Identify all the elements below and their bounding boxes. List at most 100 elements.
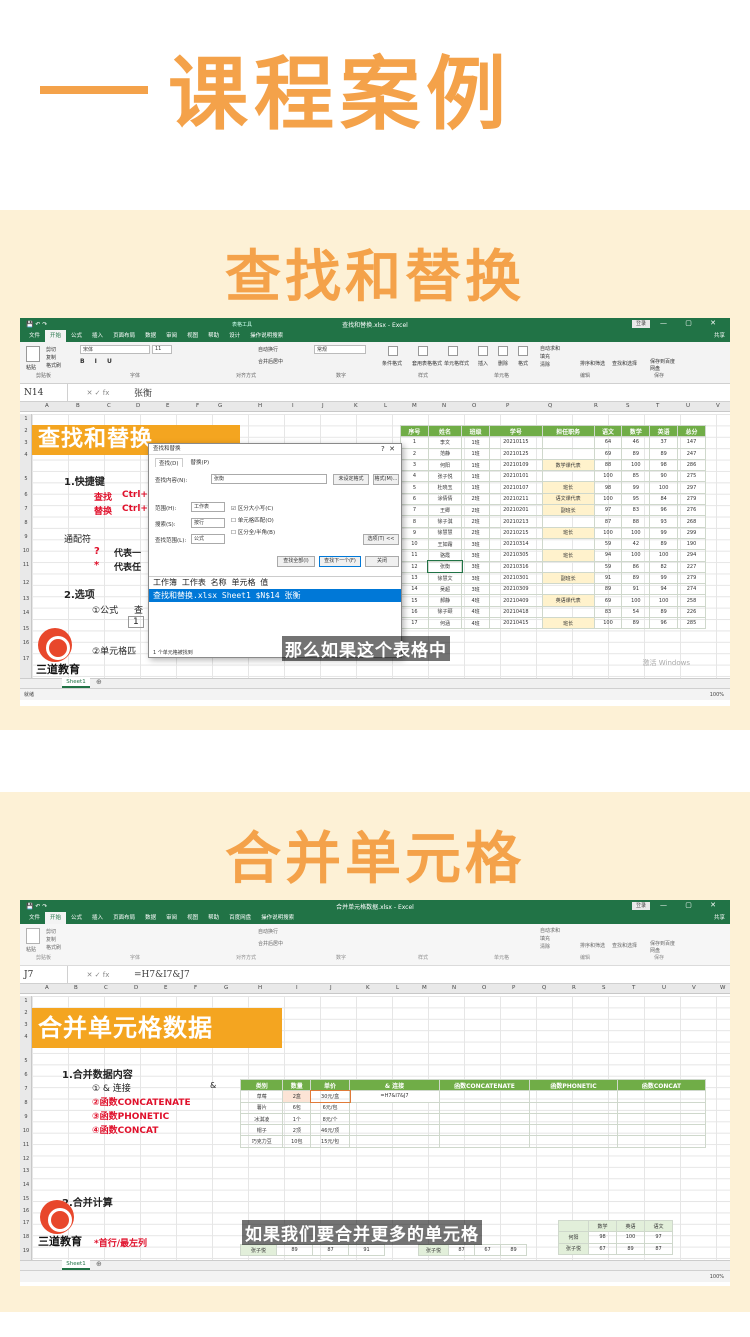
table-cell[interactable]: 88 bbox=[593, 458, 623, 472]
table-cell[interactable]: 279 bbox=[677, 492, 706, 506]
table-cell[interactable] bbox=[439, 1090, 530, 1103]
zoom-level[interactable]: 100% bbox=[710, 692, 724, 698]
table-cell[interactable]: 1班 bbox=[461, 481, 490, 494]
table-cell[interactable]: 帽子 bbox=[239, 1124, 284, 1137]
name-box[interactable]: J7 bbox=[20, 965, 68, 984]
table-cell[interactable]: 279 bbox=[677, 571, 706, 585]
table-cell[interactable]: 98 bbox=[649, 458, 679, 472]
table-cell[interactable] bbox=[541, 583, 595, 596]
table-cell[interactable]: 226 bbox=[677, 605, 706, 619]
table-cell[interactable]: 100 bbox=[621, 549, 651, 562]
table-cell[interactable]: 59 bbox=[593, 537, 623, 551]
table-cell[interactable]: 98 bbox=[593, 481, 623, 494]
format-cells-icon[interactable] bbox=[518, 346, 528, 356]
table-cell[interactable]: 徐慧文 bbox=[427, 571, 463, 585]
table-cell[interactable]: 20210109 bbox=[489, 458, 543, 472]
clear-button[interactable]: 清除 bbox=[540, 361, 550, 368]
table-cell[interactable]: 3班 bbox=[461, 560, 490, 573]
options-button[interactable]: 选项(T) << bbox=[363, 534, 399, 545]
table-cell[interactable]: =H7&I7&J7 bbox=[349, 1090, 440, 1103]
table-cell[interactable]: 100 bbox=[649, 481, 679, 494]
formula-input[interactable]: =H7&I7&J7 bbox=[128, 970, 190, 980]
table-cell[interactable] bbox=[349, 1112, 440, 1126]
table-cell[interactable]: 83 bbox=[593, 605, 623, 619]
autosum-button[interactable]: 自动求和 bbox=[540, 345, 560, 352]
table-cell[interactable]: 89 bbox=[500, 1243, 527, 1257]
table-cell[interactable]: 副班长 bbox=[541, 504, 595, 517]
table-cell[interactable]: 2班 bbox=[461, 492, 490, 506]
tab-formulas[interactable]: 公式 bbox=[66, 330, 87, 342]
tab-home[interactable]: 开始 bbox=[45, 912, 67, 924]
table-cell[interactable]: 64 bbox=[593, 436, 623, 449]
table-cell[interactable]: 1 bbox=[400, 436, 429, 449]
table-cell[interactable]: 87 bbox=[644, 1242, 673, 1255]
table-cell[interactable]: 285 bbox=[677, 617, 706, 630]
table-cell[interactable] bbox=[617, 1112, 706, 1126]
table-cell[interactable]: 8 bbox=[400, 515, 429, 528]
table-cell[interactable] bbox=[541, 436, 595, 449]
tab-data[interactable]: 数据 bbox=[140, 330, 161, 342]
font-size-select[interactable]: 11 bbox=[152, 345, 172, 354]
table-cell[interactable]: 96 bbox=[649, 504, 679, 517]
tab-design[interactable]: 设计 bbox=[224, 330, 245, 342]
share-button[interactable]: 共享 bbox=[709, 912, 730, 924]
table-cell[interactable]: 20210409 bbox=[489, 594, 543, 607]
table-cell[interactable]: 1班 bbox=[461, 436, 490, 449]
table-cell[interactable]: 89 bbox=[276, 1243, 313, 1257]
save-baidu-button[interactable]: 保存到百度网盘 bbox=[650, 358, 676, 372]
table-cell[interactable] bbox=[541, 515, 595, 528]
tab-view[interactable]: 视图 bbox=[182, 330, 203, 342]
table-cell[interactable] bbox=[529, 1135, 618, 1148]
sheet-tab-sheet1[interactable]: Sheet1 bbox=[62, 1260, 90, 1270]
table-cell[interactable]: 班长 bbox=[541, 549, 595, 562]
table-cell[interactable]: 副班长 bbox=[541, 571, 595, 585]
tell-me-search[interactable]: 操作说明搜索 bbox=[256, 912, 299, 924]
table-cell[interactable]: 89 bbox=[649, 605, 679, 619]
table-cell[interactable]: 86 bbox=[621, 560, 651, 573]
table-cell[interactable]: 冰淇凌 bbox=[239, 1112, 284, 1126]
table-cell[interactable]: 吴超 bbox=[427, 583, 463, 596]
table-cell[interactable]: 100 bbox=[593, 470, 623, 483]
table-cell[interactable]: 100 bbox=[593, 617, 623, 630]
table-cell[interactable]: 4班 bbox=[461, 594, 490, 607]
tab-review[interactable]: 审阅 bbox=[161, 330, 182, 342]
table-cell[interactable]: 69 bbox=[593, 447, 623, 460]
table-cell[interactable]: 何阳 bbox=[427, 458, 463, 472]
table-cell[interactable] bbox=[541, 537, 595, 551]
table-cell[interactable]: 6元/包 bbox=[310, 1101, 350, 1114]
insert-cells-icon[interactable] bbox=[478, 346, 488, 356]
table-cell[interactable]: 91 bbox=[621, 583, 651, 596]
fill-button[interactable]: 填充 bbox=[540, 353, 550, 360]
table-cell[interactable]: 7 bbox=[400, 504, 429, 517]
table-cell[interactable]: 100 bbox=[616, 1231, 645, 1244]
table-cell[interactable]: 88 bbox=[621, 515, 651, 528]
copy-button[interactable]: 复制 bbox=[46, 354, 56, 361]
merge-center-button[interactable]: 合并后居中 bbox=[258, 940, 283, 947]
table-cell[interactable] bbox=[349, 1101, 440, 1114]
table-cell[interactable]: 1班 bbox=[461, 447, 490, 460]
table-cell[interactable]: 67 bbox=[588, 1242, 617, 1255]
table-cell[interactable]: 徐子淇 bbox=[427, 515, 463, 528]
table-cell[interactable] bbox=[529, 1112, 618, 1126]
tab-replace[interactable]: 替换(P) bbox=[191, 458, 210, 467]
tell-me-search[interactable]: 操作说明搜索 bbox=[245, 330, 288, 342]
table-cell[interactable]: 20210301 bbox=[489, 571, 543, 585]
tab-baidu[interactable]: 百度网盘 bbox=[224, 912, 256, 924]
table-cell[interactable]: 班长 bbox=[541, 526, 595, 539]
table-cell[interactable]: 294 bbox=[677, 549, 706, 562]
table-cell[interactable]: 李文 bbox=[427, 436, 463, 449]
table-cell[interactable]: 班长 bbox=[541, 481, 595, 494]
table-cell[interactable]: 258 bbox=[677, 594, 706, 607]
table-cell[interactable]: 275 bbox=[677, 470, 706, 483]
format-button[interactable]: 格式(M)... bbox=[373, 474, 399, 485]
table-cell[interactable]: 20210101 bbox=[489, 470, 543, 483]
table-cell[interactable]: 299 bbox=[677, 526, 706, 539]
table-cell[interactable] bbox=[617, 1090, 706, 1103]
formula-buttons[interactable]: ✕ ✓ fx bbox=[68, 971, 128, 979]
table-cell[interactable]: 范静 bbox=[427, 447, 463, 460]
table-cell[interactable]: 2班 bbox=[461, 515, 490, 528]
table-cell[interactable]: 15 bbox=[400, 594, 429, 607]
table-cell[interactable]: 郝静 bbox=[427, 594, 463, 607]
wrap-text-button[interactable]: 自动换行 bbox=[258, 346, 278, 353]
table-cell[interactable]: 46元/顶 bbox=[310, 1124, 350, 1137]
